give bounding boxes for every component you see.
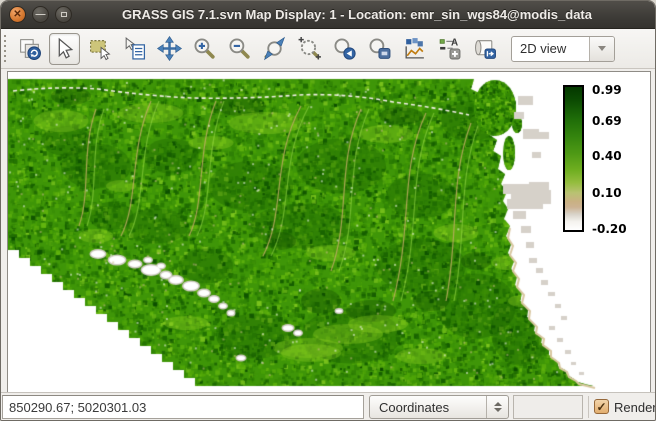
add-map-elements-button[interactable]: A — [434, 33, 465, 65]
render-checkbox[interactable]: ✓ — [594, 399, 609, 414]
legend-label: 0.99 — [592, 84, 636, 96]
pointer-icon — [52, 36, 77, 61]
chevron-down-icon — [494, 408, 502, 412]
query-icon — [122, 36, 147, 61]
view-mode-combobox[interactable]: 2D view — [511, 36, 615, 62]
zoom-extent-icon — [262, 36, 287, 61]
legend-label: -0.20 — [592, 223, 636, 235]
render-label: Render — [614, 400, 656, 415]
zoom-in-icon — [192, 36, 217, 61]
zoom-in-button[interactable] — [189, 33, 220, 65]
statusbar: 850290.67; 5020301.03 Coordinates ✓ Rend… — [1, 392, 655, 420]
analyze-map-button[interactable] — [399, 33, 430, 65]
coordinates-display: 850290.67; 5020301.03 — [2, 395, 364, 419]
titlebar: ✕ — GRASS GIS 7.1.svn Map Display: 1 - L… — [1, 1, 655, 29]
statusbar-mode-spinner[interactable] — [486, 396, 508, 418]
view-mode-value: 2D view — [512, 37, 589, 61]
maximize-button[interactable] — [55, 6, 72, 23]
zoom-extent-button[interactable] — [259, 33, 290, 65]
grass-map-display-window: ✕ — GRASS GIS 7.1.svn Map Display: 1 - L… — [0, 0, 656, 421]
legend-label: 0.10 — [592, 187, 636, 199]
statusbar-mode-choice[interactable]: Coordinates — [369, 395, 509, 419]
render-map-icon — [17, 36, 42, 61]
statusbar-mode-value: Coordinates — [370, 396, 486, 418]
window-title: GRASS GIS 7.1.svn Map Display: 1 - Locat… — [122, 7, 592, 22]
chevron-down-icon — [598, 46, 606, 51]
map-display-area: 0.99 0.69 0.40 0.10 -0.20 — [7, 71, 651, 394]
zoom-out-icon — [227, 36, 252, 61]
render-map-button[interactable] — [14, 33, 45, 65]
zoom-back-icon — [332, 36, 357, 61]
analyze-map-icon — [402, 36, 427, 61]
pointer-button[interactable] — [49, 33, 80, 65]
select-features-icon — [87, 36, 112, 61]
toolbar-grip[interactable] — [3, 35, 8, 63]
legend-label: 0.40 — [592, 150, 636, 162]
svg-text:A: A — [451, 37, 458, 48]
zoom-region-icon — [297, 36, 322, 61]
add-map-elements-icon: A — [437, 36, 462, 61]
pan-button[interactable] — [154, 33, 185, 65]
zoom-out-button[interactable] — [224, 33, 255, 65]
legend-label: 0.69 — [592, 115, 636, 127]
pan-icon — [157, 36, 182, 61]
zoom-region-button[interactable] — [294, 33, 325, 65]
minimize-button[interactable]: — — [32, 6, 49, 23]
map-raster[interactable] — [8, 72, 650, 393]
legend-color-bar — [563, 85, 584, 232]
zoom-back-button[interactable] — [329, 33, 360, 65]
statusbar-separator — [588, 396, 589, 418]
close-button[interactable]: ✕ — [9, 6, 26, 23]
map-toolbar: A 2D view — [1, 29, 655, 69]
zoom-options-button[interactable] — [364, 33, 395, 65]
statusbar-progress-panel — [513, 395, 583, 419]
save-print-display-button[interactable] — [469, 33, 500, 65]
chevron-up-icon — [494, 402, 502, 406]
view-mode-dropdown-button[interactable] — [589, 37, 614, 61]
save-print-display-icon — [472, 36, 497, 61]
query-button[interactable] — [119, 33, 150, 65]
zoom-options-icon — [367, 36, 392, 61]
select-features-button[interactable] — [84, 33, 115, 65]
